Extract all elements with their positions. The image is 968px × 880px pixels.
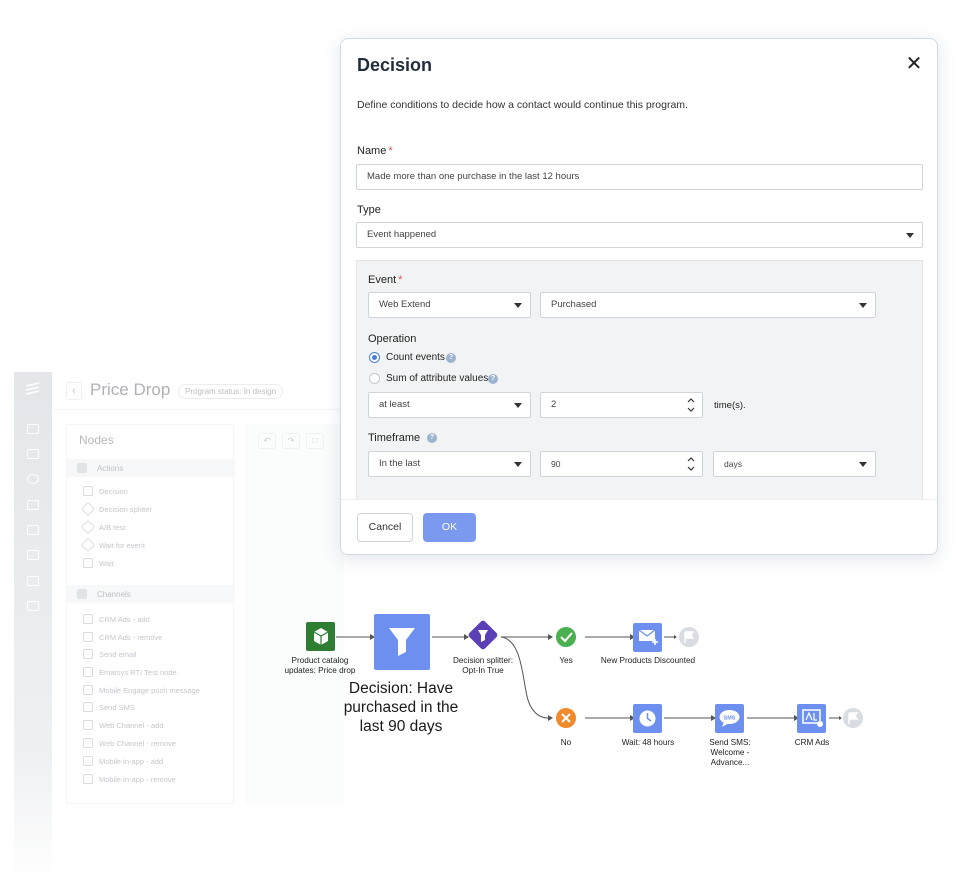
contacts-icon[interactable]: [27, 550, 39, 560]
program-status-badge: Program status: In design: [178, 384, 284, 399]
decision-node[interactable]: [374, 614, 430, 670]
node-item[interactable]: Send SMS: [99, 703, 135, 712]
name-input[interactable]: Made more than one purchase in the last …: [356, 164, 923, 190]
node-item[interactable]: Decision: [99, 487, 128, 496]
product-catalog-node[interactable]: [306, 622, 335, 651]
new-products-label: New Products Discounted: [600, 656, 696, 665]
dialog-title: Decision: [357, 55, 433, 75]
chevron-down-icon: [514, 462, 522, 467]
wait-label: Wait: 48 hours: [621, 738, 675, 747]
no-label: No: [560, 738, 572, 747]
end-flag-icon: [679, 627, 699, 647]
devices-icon[interactable]: [27, 525, 39, 535]
help-icon[interactable]: ?: [488, 374, 498, 384]
close-icon[interactable]: ✕: [905, 54, 923, 74]
node-item[interactable]: Mobile Engage push message: [99, 686, 200, 695]
back-button[interactable]: ‹: [66, 382, 82, 400]
sms-icon-text: SMS: [724, 716, 736, 722]
program-canvas[interactable]: [246, 424, 344, 804]
type-label: Type: [357, 204, 381, 216]
node-item[interactable]: CRM Ads - remove: [99, 633, 162, 642]
chevron-down-icon: [906, 233, 914, 238]
section-actions[interactable]: Actions: [67, 459, 235, 477]
help-icon[interactable]: ?: [427, 433, 437, 443]
count-events-label: Count events: [386, 352, 445, 363]
decision-caption: Decision: Have purchased in the last 90 …: [343, 680, 459, 735]
send-sms-label: Send SMS: Welcome - Advance...: [709, 738, 751, 767]
send-email-node[interactable]: [633, 623, 662, 652]
app-sidebar: [14, 372, 52, 880]
comparator-select[interactable]: at least: [368, 392, 531, 418]
chevron-down-icon: [859, 303, 867, 308]
product-catalog-label: Product catalog updates: Price drop: [284, 656, 356, 675]
node-item[interactable]: Web Channel - remove: [99, 739, 176, 748]
section-channels[interactable]: Channels: [67, 585, 235, 603]
timeframe-unit-select[interactable]: days: [713, 451, 876, 477]
chevron-down-icon: [514, 403, 522, 408]
node-item[interactable]: A/B test: [99, 523, 125, 532]
node-item[interactable]: Mobile in-app - add: [99, 757, 163, 766]
background-app: ‹ Price Drop Program status: In design N…: [14, 372, 344, 880]
timeframe-value-stepper[interactable]: 90: [540, 451, 703, 477]
decision-dialog: Decision ✕ Define conditions to decide h…: [340, 38, 938, 555]
no-cross-icon: [556, 708, 576, 728]
type-select[interactable]: Event happened: [356, 222, 923, 248]
event-label: Event *: [368, 274, 403, 286]
required-marker: *: [388, 145, 393, 157]
send-sms-node[interactable]: SMS: [715, 704, 744, 733]
chevron-down-icon: [859, 462, 867, 467]
node-item[interactable]: CRM Ads - add: [99, 615, 150, 624]
count-events-radio[interactable]: [369, 352, 380, 363]
automation-icon[interactable]: [27, 474, 39, 484]
event-conditions-panel: Event * Web Extend Purchased Operation Co…: [356, 260, 923, 500]
yes-label: Yes: [559, 656, 573, 665]
logo-icon: [25, 382, 40, 395]
dialog-description: Define conditions to decide how a contac…: [357, 99, 688, 111]
name-label: Name *: [357, 145, 393, 157]
wait-node[interactable]: [633, 704, 662, 733]
nodes-panel: Nodes Actions Decision Decision splitter…: [66, 424, 235, 804]
required-marker: *: [398, 274, 403, 286]
canvas-toolbar: ↶ ↷ □: [258, 430, 330, 449]
stepper-arrows-icon: [687, 457, 695, 471]
program-title: Price Drop: [90, 380, 171, 399]
node-item[interactable]: Mobile in-app - remove: [99, 775, 176, 784]
cancel-button[interactable]: Cancel: [357, 513, 413, 542]
end-flag-icon: [843, 708, 863, 728]
media-icon[interactable]: [27, 500, 39, 510]
event-name-select[interactable]: Purchased: [540, 292, 876, 318]
sum-attribute-radio[interactable]: [369, 373, 380, 384]
yes-check-icon: [556, 627, 576, 647]
undo-icon[interactable]: ↶: [258, 433, 276, 449]
node-item[interactable]: Wait for event: [99, 541, 145, 550]
event-source-select[interactable]: Web Extend: [368, 292, 531, 318]
dialog-footer: Cancel OK: [341, 499, 937, 554]
delete-icon[interactable]: □: [306, 433, 324, 449]
operation-label: Operation: [368, 333, 417, 345]
ok-button[interactable]: OK: [423, 513, 476, 542]
decision-splitter-node[interactable]: [467, 619, 498, 650]
count-unit-label: time(s).: [714, 400, 746, 411]
chevron-down-icon: [514, 303, 522, 308]
stepper-arrows-icon: [687, 398, 695, 412]
crm-ads-node[interactable]: [797, 704, 826, 733]
node-item[interactable]: Web Channel - add: [99, 721, 164, 730]
crm-ads-label: CRM Ads: [794, 738, 830, 747]
timeframe-label: Timeframe: [368, 432, 421, 444]
sum-attribute-label: Sum of attribute values: [386, 373, 489, 384]
redo-icon[interactable]: ↷: [282, 433, 300, 449]
decision-splitter-label: Decision splitter: Opt-In True: [452, 656, 514, 675]
nodes-panel-title: Nodes: [79, 433, 114, 447]
tools-icon[interactable]: [27, 576, 39, 586]
node-item[interactable]: Decision splitter: [99, 505, 152, 514]
reports-icon[interactable]: [27, 424, 39, 434]
count-stepper[interactable]: 2: [540, 392, 703, 418]
mail-icon[interactable]: [27, 449, 39, 459]
help-icon[interactable]: ?: [446, 353, 456, 363]
home-icon[interactable]: [27, 601, 39, 611]
node-item[interactable]: Emarsys RTI Test node: [99, 668, 177, 677]
timeframe-mode-select[interactable]: In the last: [368, 451, 531, 477]
node-item[interactable]: Wait: [99, 559, 114, 568]
node-item[interactable]: Send email: [99, 650, 137, 659]
